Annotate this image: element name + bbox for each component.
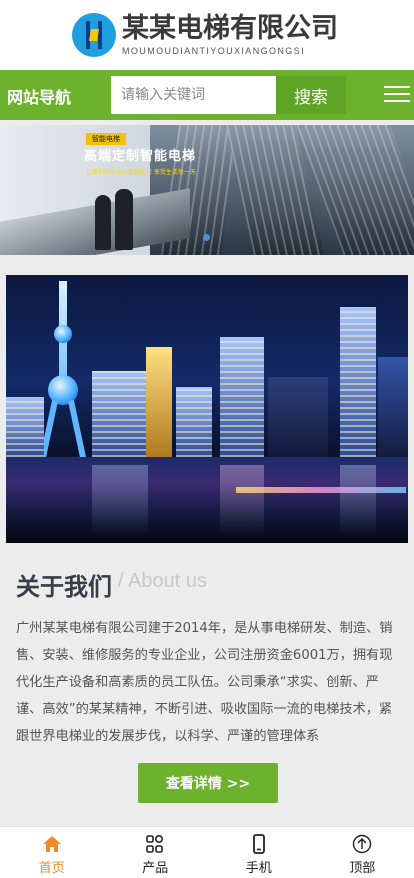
bottom-nav: 首页 产品 手机 顶部 — [0, 826, 414, 878]
bottom-nav-top-label: 顶部 — [349, 861, 376, 876]
city-night-image — [6, 275, 408, 543]
search-button[interactable]: 搜索 — [276, 76, 346, 114]
bottom-nav-products[interactable]: 产品 — [104, 827, 208, 878]
bottom-nav-mobile[interactable]: 手机 — [207, 827, 311, 878]
about-title: 关于我们 — [16, 573, 112, 601]
view-details-button[interactable]: 查看详情 >> — [138, 763, 278, 803]
arrow-up-circle-icon — [353, 834, 372, 854]
phone-icon — [252, 834, 265, 854]
bottom-nav-top[interactable]: 顶部 — [311, 827, 414, 878]
bottom-nav-home[interactable]: 首页 — [0, 827, 104, 878]
company-logo[interactable]: 某某电梯有限公司 MOUMOUDIANTIYOUXIANGONGSI — [72, 13, 338, 57]
logo-company-pinyin: MOUMOUDIANTIYOUXIANGONGSI — [122, 46, 306, 56]
nav-bar: 网站导航 搜索 — [0, 70, 414, 120]
elevator-logo-icon — [72, 13, 116, 57]
about-section: 关于我们 / About us 广州某某电梯有限公司建于2014年，是从事电梯研… — [6, 275, 408, 815]
hamburger-menu-icon[interactable] — [384, 84, 410, 104]
site-navigation-link[interactable]: 网站导航 — [7, 84, 71, 108]
banner-title: 高端定制智能电梯 — [84, 149, 197, 164]
home-icon — [42, 836, 61, 852]
banner-tag: 智能电梯 — [86, 133, 126, 145]
banner-subtitle: 让我们的安全与智慧同行 享受生活每一天 — [86, 169, 196, 176]
about-title-en: / About us — [118, 570, 207, 592]
carousel-indicator-dot[interactable] — [203, 234, 210, 241]
about-description: 广州某某电梯有限公司建于2014年，是从事电梯研发、制造、销售、安装、维修服务的… — [16, 621, 393, 744]
search-input[interactable] — [111, 76, 276, 114]
logo-company-name: 某某电梯有限公司 — [122, 13, 338, 44]
bottom-nav-mobile-label: 手机 — [245, 861, 272, 876]
bottom-nav-home-label: 首页 — [38, 861, 65, 876]
grid-icon — [146, 834, 164, 853]
site-header: 某某电梯有限公司 MOUMOUDIANTIYOUXIANGONGSI — [0, 0, 414, 70]
bottom-nav-products-label: 产品 — [142, 861, 169, 876]
